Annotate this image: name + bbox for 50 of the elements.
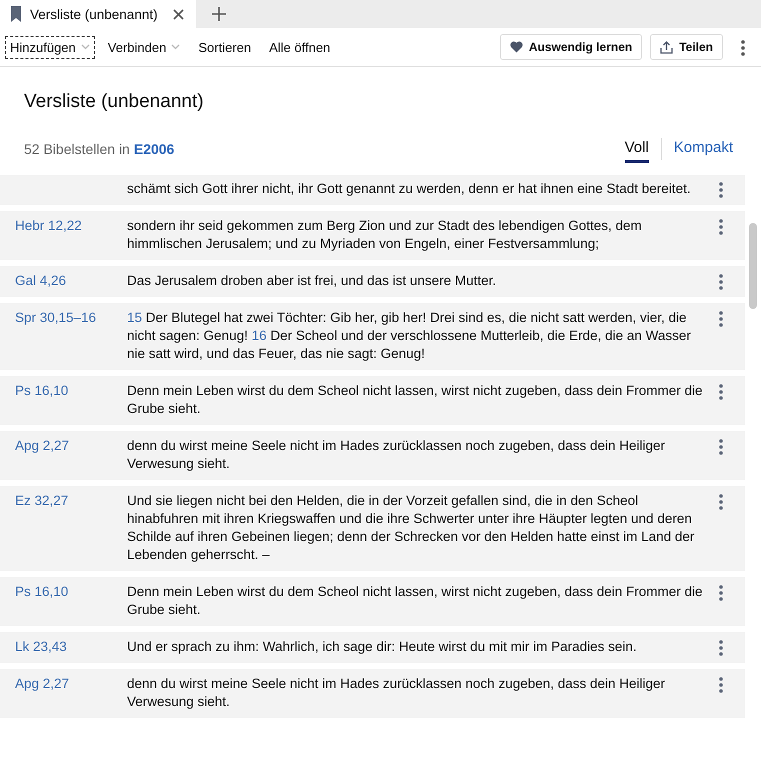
chevron-down-icon — [171, 44, 180, 50]
more-icon[interactable] — [719, 219, 723, 235]
verse-text: 15 Der Blutegel hat zwei Töchter: Gib her, gib her! Drei sind es, die nicht satt werden, vier, die nicht sagen: Genug! 16 Der Scheol und der verschlossene Mutterleib, die Erde, die an Wasser nie satt wird, und das Feuer, das nie sagt: Genug! — [127, 309, 692, 363]
reference-link[interactable]: Gal 4,26 — [15, 272, 127, 290]
menu-button[interactable]: Sortieren — [193, 36, 256, 58]
verse-text: Und sie liegen nicht bei den Helden, die in der Vorzeit gefallen sind, die in den Scheol hinabfuhren mit ihren Kriegswaffen und die ihre Schwerter unter ihre Häupter legten und deren Schilde auf ihren Gebeinen liegen; denn der Schrecken vor den Helden hatte einst im Land der Lebenden geherrscht. – — [127, 492, 696, 564]
more-icon[interactable] — [719, 274, 723, 290]
document-tab[interactable]: Versliste (unbenannt) — [0, 0, 196, 28]
reference-link[interactable]: Ps 16,10 — [15, 382, 127, 400]
version-link[interactable]: E2006 — [134, 141, 174, 157]
heart-icon — [510, 41, 523, 53]
view-tab[interactable]: Voll — [624, 135, 649, 163]
add-tab-icon[interactable] — [212, 7, 226, 21]
dropdown-menu[interactable]: Verbinden — [102, 36, 186, 58]
view-tab[interactable]: Kompakt — [674, 135, 733, 163]
verse-text: denn du wirst meine Seele nicht im Hades zurücklassen noch zugeben, dass dein Heiliger Verwesung sieht. — [127, 675, 666, 711]
more-icon[interactable] — [719, 494, 723, 510]
verse-text: Das Jerusalem droben aber ist frei, und das ist unsere Mutter. — [127, 272, 498, 290]
share-icon — [660, 40, 674, 54]
verse-text: Und er sprach zu ihm: Wahrlich, ich sage dir: Heute wirst du mit mir im Paradies sein. — [127, 638, 638, 656]
menu-button[interactable]: Alle öffnen — [264, 36, 336, 58]
scrollbar-thumb[interactable] — [749, 223, 757, 309]
more-icon[interactable] — [741, 40, 745, 56]
reference-link[interactable]: Apg 2,27 — [15, 437, 127, 455]
bookmark-icon — [10, 6, 22, 22]
dropdown-menu[interactable]: Hinzufügen — [5, 36, 95, 58]
more-icon[interactable] — [719, 677, 723, 693]
reference-link[interactable]: Hebr 12,22 — [15, 217, 127, 235]
list-title: Versliste (unbenannt) — [24, 91, 205, 113]
reference-link[interactable]: Ps 16,10 — [15, 583, 127, 601]
reference-link[interactable]: Apg 2,27 — [15, 675, 127, 693]
reference-link[interactable]: Ez 32,27 — [15, 492, 127, 510]
verse-text: Denn mein Leben wirst du dem Scheol nicht lassen, wirst nicht zugeben, dass dein Frommer die Grube sieht. — [127, 583, 704, 619]
memorize-button[interactable]: Auswendig lernen — [500, 34, 642, 60]
close-icon[interactable] — [173, 8, 184, 20]
verse-text: Denn mein Leben wirst du dem Scheol nicht lassen, wirst nicht zugeben, dass dein Frommer die Grube sieht. — [127, 382, 704, 418]
more-icon[interactable] — [719, 182, 723, 198]
verse-text: schämt sich Gott ihrer nicht, ihr Gott genannt zu werden, denn er hat ihnen eine Stadt bereitet. — [127, 180, 692, 198]
more-icon[interactable] — [719, 311, 723, 327]
more-icon[interactable] — [719, 439, 723, 455]
count-label: 52 Bibelstellen in — [24, 141, 130, 157]
reference-link[interactable]: Spr 30,15–16 — [15, 309, 127, 327]
share-button[interactable]: Teilen — [650, 34, 723, 60]
verse-text: denn du wirst meine Seele nicht im Hades zurücklassen noch zugeben, dass dein Heiliger Verwesung sieht. — [127, 437, 666, 473]
more-icon[interactable] — [719, 384, 723, 400]
more-icon[interactable] — [719, 640, 723, 656]
verse-text: sondern ihr seid gekommen zum Berg Zion und zur Stadt des lebendigen Gottes, dem himmlischen Jerusalem; und zu Myriaden von Engeln, einer Festversammlung; — [127, 217, 643, 253]
chevron-down-icon — [80, 44, 90, 50]
more-icon[interactable] — [719, 585, 723, 601]
reference-link[interactable]: Lk 23,43 — [15, 638, 127, 656]
